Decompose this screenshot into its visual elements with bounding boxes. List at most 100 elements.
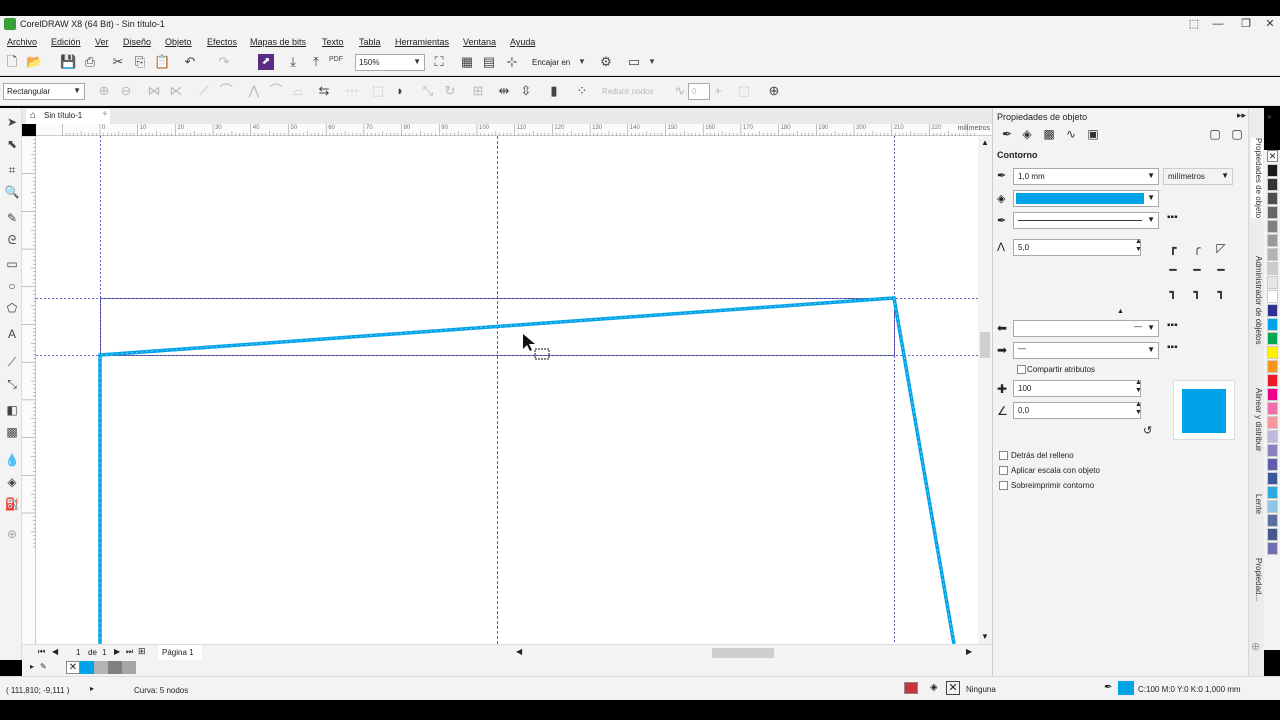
drop-shadow-icon[interactable]: ◧ xyxy=(4,402,20,418)
outline-color-combo[interactable]: ▼ xyxy=(1013,190,1159,207)
angle-spinner-icon[interactable]: ▲ ▼ xyxy=(1135,401,1142,417)
bitmap-tab-icon[interactable]: ▣ xyxy=(1085,126,1101,142)
smooth-node-icon[interactable]: ⌒ xyxy=(268,83,284,99)
vertical-ruler[interactable] xyxy=(22,135,36,644)
overprint-outline-checkbox[interactable] xyxy=(999,481,1008,490)
menu-efectos[interactable]: Efectos xyxy=(207,37,237,47)
parallel-dimension-icon[interactable]: ⟋ xyxy=(4,354,20,370)
palette-swatch[interactable] xyxy=(1267,262,1278,275)
mirror-horizontal-icon[interactable]: ⇹ xyxy=(496,83,512,99)
connector-tool-icon[interactable]: ⤡ xyxy=(4,376,20,392)
docker-add-icon[interactable]: ⊕ xyxy=(1251,640,1260,653)
collapse-arrow-icon[interactable]: ▲ xyxy=(1117,308,1124,315)
select-all-nodes-icon[interactable]: ⁘ xyxy=(574,83,590,99)
elastic-mode-icon[interactable]: ▮ xyxy=(546,83,562,99)
save-icon[interactable]: 💾 xyxy=(60,54,76,70)
chevron-down-icon[interactable]: ▼ xyxy=(644,54,660,70)
mirror-vertical-icon[interactable]: ⇳ xyxy=(518,83,534,99)
eyedropper-small-icon[interactable]: ✎ xyxy=(40,662,47,671)
interactive-fill-icon[interactable]: ◈ xyxy=(4,474,20,490)
join-nodes-icon[interactable]: ⋈ xyxy=(146,83,162,99)
share-attributes-checkbox[interactable] xyxy=(1017,365,1026,374)
palette-arrow-icon[interactable]: ▸ xyxy=(1268,112,1272,121)
menu-herramientas[interactable]: Herramientas xyxy=(395,37,449,47)
curve-tab-icon[interactable]: ∿ xyxy=(1063,126,1079,142)
palette-swatch[interactable] xyxy=(1267,290,1278,303)
doc-color-swatch-cyan[interactable] xyxy=(80,661,94,674)
outline-tab-pen-icon[interactable]: ✒ xyxy=(999,126,1015,142)
full-screen-icon[interactable]: ⛶ xyxy=(431,54,447,70)
paste-icon[interactable]: 📋 xyxy=(154,54,170,70)
reduce-nodes-button[interactable]: Reducir nodos xyxy=(602,87,654,96)
menu-ventana[interactable]: Ventana xyxy=(463,37,496,47)
close-curve-icon[interactable]: ◗ xyxy=(392,83,408,99)
palette-swatch[interactable] xyxy=(1267,500,1278,513)
copy-icon[interactable]: ⎘ xyxy=(132,54,148,70)
application-launcher-icon[interactable]: ▭ xyxy=(626,54,642,70)
corner-bevel-icon[interactable]: ◸ xyxy=(1213,240,1229,256)
menu-mapas-de-bits[interactable]: Mapas de bits xyxy=(250,37,306,47)
palette-swatch[interactable] xyxy=(1267,514,1278,527)
scroll-up-icon[interactable]: ▲ xyxy=(981,138,989,147)
horizontal-ruler[interactable]: 0 10 20 30 40 50 60 70 80 90 100 110 120 130 140 150 160… xyxy=(36,124,992,136)
palette-swatch[interactable] xyxy=(1267,276,1278,289)
horizontal-scroll-thumb[interactable] xyxy=(712,648,774,658)
transparency-tab-icon[interactable]: ▩ xyxy=(1041,126,1057,142)
stretch-spinner-icon[interactable]: ▲ ▼ xyxy=(1135,379,1142,395)
export-icon[interactable]: ⤒ xyxy=(308,54,324,70)
cusp-node-icon[interactable]: ⋀ xyxy=(246,83,262,99)
show-rulers-icon[interactable]: ▦ xyxy=(459,54,475,70)
smoothness-plus-icon[interactable]: + xyxy=(710,83,726,99)
reverse-direction-icon[interactable]: ⇆ xyxy=(316,83,332,99)
position-center-icon[interactable]: ┓ xyxy=(1189,284,1205,300)
prev-page-icon[interactable]: ◀ xyxy=(52,647,58,656)
to-line-icon[interactable]: ⟋ xyxy=(196,83,212,99)
delete-node-icon[interactable]: ⊖ xyxy=(118,83,134,99)
palette-menu-icon[interactable]: ▸ xyxy=(30,662,34,671)
menu-texto[interactable]: Texto xyxy=(322,37,344,47)
no-fill-swatch-icon[interactable]: ✕ xyxy=(946,681,960,695)
crop-tool-icon[interactable]: ⌗ xyxy=(4,162,20,178)
palette-swatch[interactable] xyxy=(1267,332,1278,345)
corner-miter-icon[interactable]: ┏ xyxy=(1165,240,1181,256)
cap-round-icon[interactable]: ━ xyxy=(1189,262,1205,278)
restore-button[interactable]: ❐ xyxy=(1236,17,1256,31)
show-grid-icon[interactable]: ▤ xyxy=(481,54,497,70)
palette-swatch[interactable] xyxy=(1267,458,1278,471)
doc-color-swatch-gray[interactable] xyxy=(108,661,122,674)
next-page-icon[interactable]: ▶ xyxy=(114,647,120,656)
bounding-box-icon[interactable]: ⬚ xyxy=(736,83,752,99)
show-guides-icon[interactable]: ⊹ xyxy=(504,54,520,70)
nib-preview[interactable] xyxy=(1173,380,1235,440)
smart-fill-icon[interactable]: ⛽ xyxy=(4,496,20,512)
selection-mode-combo[interactable]: Rectangular ▼ xyxy=(3,83,85,100)
menu-objeto[interactable]: Objeto xyxy=(165,37,192,47)
text-tool-icon[interactable]: A xyxy=(4,326,20,342)
scroll-left-icon[interactable]: ◀ xyxy=(516,647,522,656)
tab-align-distribute[interactable]: Alinear y distribuir xyxy=(1251,388,1263,452)
new-document-icon[interactable]: 🗋 xyxy=(4,54,20,70)
units-combo[interactable]: milímetros ▼ xyxy=(1163,168,1233,185)
menu-diseno[interactable]: Diseño xyxy=(123,37,151,47)
palette-swatch[interactable] xyxy=(1267,486,1278,499)
eyedropper-icon[interactable]: 💧 xyxy=(4,452,20,468)
scale-with-object-checkbox[interactable] xyxy=(999,466,1008,475)
new-tab-plus-icon[interactable]: + xyxy=(102,109,108,120)
tab-properties-more[interactable]: Propiedad... xyxy=(1251,558,1263,601)
palette-swatch[interactable] xyxy=(1267,192,1278,205)
end-arrow-options-icon[interactable]: ▪▪▪ xyxy=(1167,342,1178,353)
behind-fill-checkbox[interactable] xyxy=(999,451,1008,460)
docker-expand-icon[interactable]: ▸▸ xyxy=(1237,110,1246,121)
rectangle-tool-icon[interactable]: ▭ xyxy=(4,256,20,272)
open-icon[interactable]: 📂 xyxy=(26,54,42,70)
stretch-field[interactable]: 100 xyxy=(1013,380,1141,397)
miter-spinner-icon[interactable]: ▲ ▼ xyxy=(1135,238,1142,254)
print-icon[interactable]: ⎙ xyxy=(82,54,98,70)
chevron-down-icon[interactable]: ▼ xyxy=(574,54,590,70)
tab-sin-titulo[interactable]: ⌂ Sin título-1 xyxy=(26,109,110,124)
palette-swatch[interactable] xyxy=(1267,472,1278,485)
freehand-tool-icon[interactable]: ✎ xyxy=(4,210,20,226)
no-color-swatch-icon[interactable]: ✕ xyxy=(66,661,80,674)
artistic-media-icon[interactable]: ᘓ xyxy=(4,232,20,248)
shape-tool-icon[interactable]: ⬉ xyxy=(4,136,20,152)
